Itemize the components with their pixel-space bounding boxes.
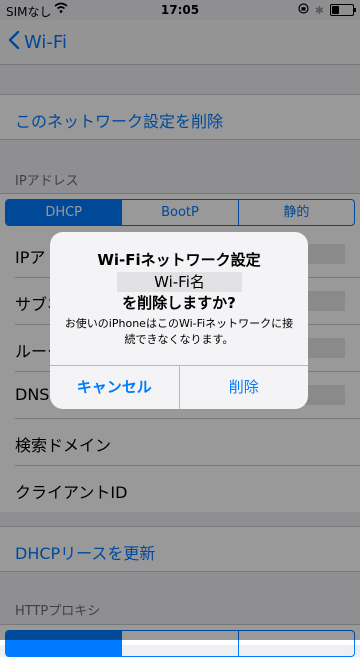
alert-title-line2: を削除しますか? [122,294,236,312]
forget-network-alert: Wi-Fiネットワーク設定 Wi-Fi名 を削除しますか? お使いのiPhone… [50,232,308,409]
alert-network-name: Wi-Fi名 [117,272,242,292]
alert-message: お使いのiPhoneはこのWi-Fiネットワークに接続できなくなります。 [64,317,294,346]
cancel-button[interactable]: キャンセル [50,366,180,409]
delete-button[interactable]: 削除 [180,366,309,409]
alert-title-line1: Wi-Fiネットワーク設定 [97,251,261,269]
screen: SIMなし 17:05 ✱ Wi-Fi このネットワーク設定を削除 IPアドレス… [0,0,360,657]
alert-buttons: キャンセル 削除 [50,365,308,409]
